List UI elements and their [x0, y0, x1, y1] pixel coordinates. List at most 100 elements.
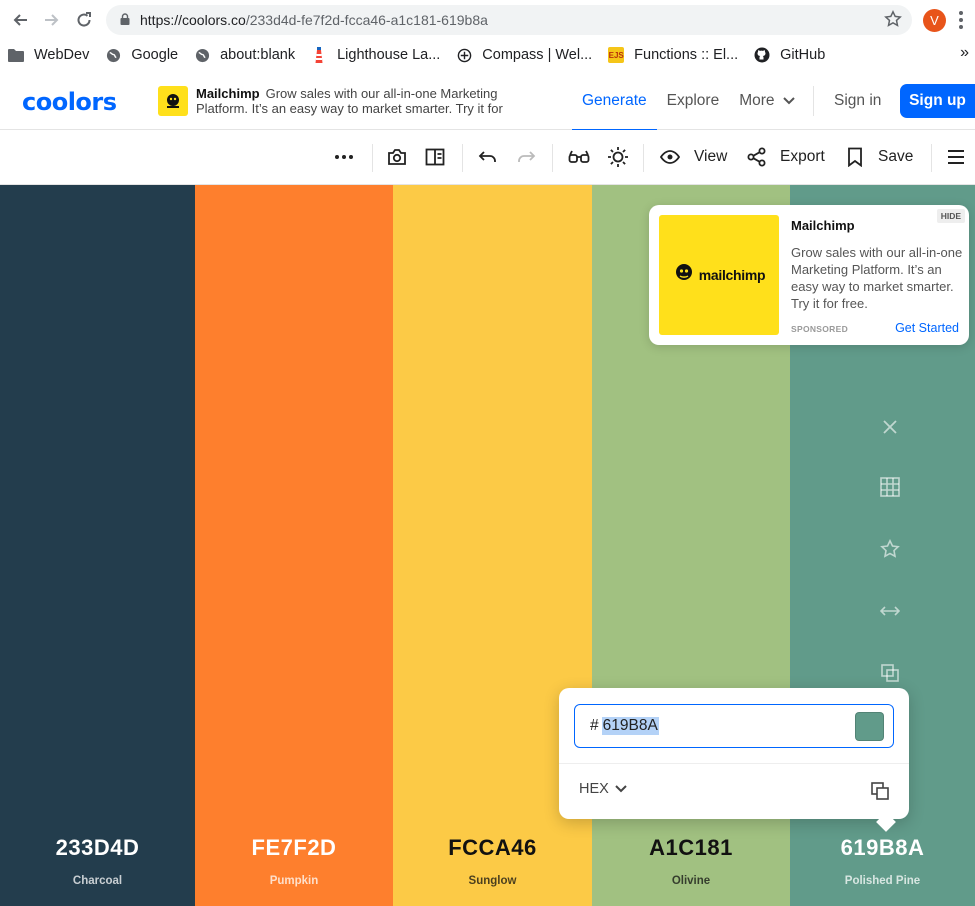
- bookmarks-overflow-button[interactable]: »: [960, 44, 969, 62]
- swatch-name[interactable]: Olivine: [592, 875, 790, 887]
- bookmark-icon: [847, 147, 863, 167]
- bookmark-label: WebDev: [34, 47, 90, 63]
- share-icon: [747, 147, 767, 167]
- brightness-icon[interactable]: [607, 144, 629, 170]
- sign-in-link[interactable]: Sign in: [834, 92, 881, 110]
- mailchimp-logo-icon: [158, 86, 188, 116]
- ad-cta-link[interactable]: Get Started: [895, 321, 959, 335]
- globe-icon: [105, 47, 121, 63]
- site-nav: Generate Explore More: [572, 72, 822, 131]
- bookmark-functions[interactable]: EJS Functions :: El...: [600, 42, 746, 68]
- save-button[interactable]: Save: [847, 144, 913, 170]
- swatch-hex[interactable]: FE7F2D: [195, 835, 393, 861]
- bookmark-lighthouse[interactable]: Lighthouse La...: [303, 42, 448, 68]
- toolbar-divider: [462, 144, 463, 172]
- hide-ad-button[interactable]: HIDE: [936, 209, 965, 223]
- swatch-hex[interactable]: 619B8A: [790, 835, 975, 861]
- picker-divider: [559, 763, 909, 764]
- toolbar-divider: [552, 144, 553, 172]
- swatch-name[interactable]: Sunglow: [393, 875, 592, 887]
- hex-input[interactable]: # 619B8A: [574, 704, 894, 748]
- palette-toolbar: View Export Save: [0, 130, 975, 185]
- nav-more-label: More: [739, 92, 775, 109]
- ad-title: Mailchimp: [791, 218, 855, 233]
- favorite-star-icon[interactable]: [878, 537, 902, 561]
- lighthouse-icon: [311, 47, 327, 63]
- url-path: /233d4d-fe7f2d-fcca46-a1c181-619b8a: [245, 12, 488, 28]
- sponsored-ad-card[interactable]: HIDE mailchimp Mailchimp Grow sales with…: [649, 205, 969, 345]
- view-button[interactable]: View: [660, 144, 727, 170]
- copy-icon[interactable]: [878, 661, 902, 685]
- undo-icon[interactable]: [478, 144, 498, 170]
- bookmarks-bar: WebDev Google about:blank Lighthouse La.…: [0, 40, 975, 70]
- hex-hash: #: [590, 717, 599, 734]
- forward-arrow-icon[interactable]: [40, 8, 64, 32]
- address-bar[interactable]: https://coolors.co/233d4d-fe7f2d-fcca46-…: [106, 5, 912, 35]
- bookmark-google[interactable]: Google: [97, 42, 186, 68]
- url-host: https://coolors.co: [140, 12, 246, 28]
- site-header: coolors Mailchimp Grow sales with our all…: [0, 72, 975, 131]
- hex-input-value[interactable]: 619B8A: [601, 717, 659, 735]
- swatch-column[interactable]: FE7F2D Pumpkin: [195, 185, 393, 906]
- export-button[interactable]: Export: [747, 144, 825, 170]
- shades-grid-icon[interactable]: [878, 475, 902, 499]
- swatch-name[interactable]: Pumpkin: [195, 875, 393, 887]
- ejs-icon: EJS: [608, 47, 625, 63]
- compass-icon: [456, 47, 472, 63]
- github-icon: [754, 47, 770, 63]
- ad-body: Grow sales with our all-in-one Marketing…: [791, 245, 963, 311]
- coolors-logo[interactable]: coolors: [22, 88, 117, 116]
- bookmark-compass[interactable]: Compass | Wel...: [448, 42, 600, 68]
- toolbar-divider: [931, 144, 932, 172]
- export-label: Export: [780, 148, 825, 165]
- browser-chrome: https://coolors.co/233d4d-fe7f2d-fcca46-…: [0, 0, 975, 72]
- bookmark-label: about:blank: [220, 47, 296, 63]
- copy-icon[interactable]: [871, 782, 889, 805]
- folder-icon: [8, 47, 24, 63]
- eye-icon: [660, 150, 680, 164]
- swatch-hex[interactable]: FCCA46: [393, 835, 592, 861]
- nav-generate[interactable]: Generate: [572, 72, 657, 131]
- swatch-name[interactable]: Charcoal: [0, 875, 195, 887]
- remove-color-icon[interactable]: [878, 415, 902, 439]
- header-ad-banner[interactable]: Mailchimp Grow sales with our all-in-one …: [158, 86, 538, 120]
- swatch-name[interactable]: Polished Pine: [790, 875, 975, 887]
- collage-icon[interactable]: [425, 144, 445, 170]
- toolbar-divider: [643, 144, 644, 172]
- mailchimp-logo-icon: [673, 262, 695, 289]
- swatch-hex[interactable]: A1C181: [592, 835, 790, 861]
- globe-icon: [194, 47, 210, 63]
- bookmark-github[interactable]: GitHub: [746, 42, 833, 68]
- nav-explore[interactable]: Explore: [657, 72, 730, 130]
- redo-icon[interactable]: [516, 144, 536, 170]
- back-arrow-icon[interactable]: [8, 8, 32, 32]
- more-options-icon[interactable]: [334, 144, 354, 170]
- hamburger-menu-icon[interactable]: [947, 144, 965, 170]
- header-ad-text: Mailchimp Grow sales with our all-in-one …: [196, 86, 536, 116]
- color-mode-select[interactable]: HEX: [579, 781, 627, 797]
- nav-more[interactable]: More: [729, 72, 804, 130]
- bookmark-label: Google: [131, 47, 179, 63]
- ad-image: mailchimp: [659, 215, 779, 335]
- bookmark-label: Functions :: El...: [634, 47, 739, 63]
- save-label: Save: [878, 148, 914, 165]
- nav-divider: [812, 86, 814, 116]
- profile-avatar[interactable]: V: [923, 9, 946, 32]
- color-preview-chip[interactable]: [855, 712, 884, 741]
- bookmark-star-icon[interactable]: [884, 10, 902, 31]
- glasses-icon[interactable]: [568, 144, 590, 170]
- camera-icon[interactable]: [387, 144, 407, 170]
- ad-sponsored-label: SPONSORED: [791, 324, 849, 334]
- bookmark-webdev[interactable]: WebDev: [0, 42, 97, 68]
- sign-up-button[interactable]: Sign up: [900, 84, 975, 118]
- chevron-down-icon: [782, 92, 795, 110]
- swatch-hex[interactable]: 233D4D: [0, 835, 195, 861]
- bookmark-label: GitHub: [780, 47, 826, 63]
- address-row: https://coolors.co/233d4d-fe7f2d-fcca46-…: [0, 0, 975, 40]
- toolbar-divider: [372, 144, 373, 172]
- browser-menu-icon[interactable]: [953, 9, 969, 31]
- drag-handle-icon[interactable]: [878, 599, 902, 623]
- reload-icon[interactable]: [72, 8, 96, 32]
- bookmark-about-blank[interactable]: about:blank: [186, 42, 303, 68]
- swatch-column[interactable]: 233D4D Charcoal: [0, 185, 195, 906]
